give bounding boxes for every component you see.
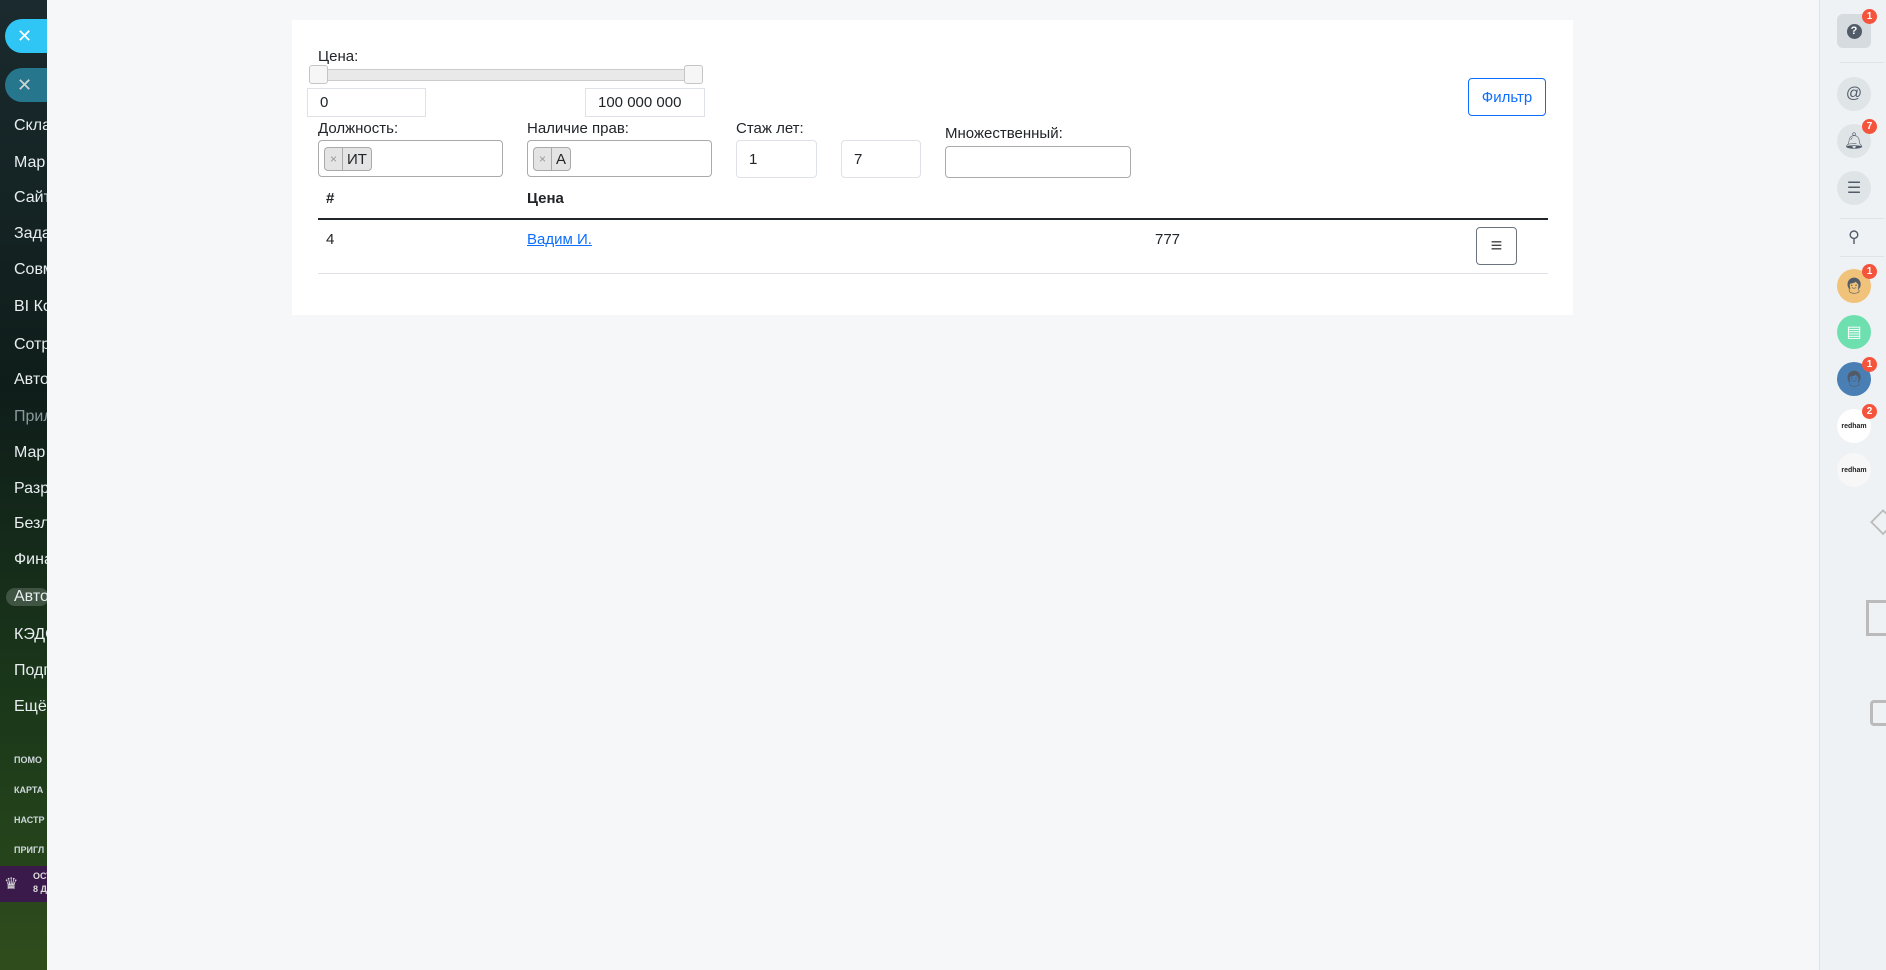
sidebar-item[interactable]: КЭДО	[14, 626, 47, 644]
bell-icon: 🔔︎	[1843, 133, 1865, 150]
price-range-slider[interactable]	[309, 65, 703, 84]
sidebar-item[interactable]: Сайт	[14, 189, 47, 207]
chats-button[interactable]: ☰	[1837, 171, 1871, 205]
sidebar-item[interactable]: Мар	[14, 444, 45, 462]
multiple-label: Множественный:	[945, 125, 1063, 142]
row-divider	[318, 273, 1548, 274]
position-tag: × ИТ	[324, 147, 372, 171]
sidebar-item[interactable]: Скла	[14, 117, 47, 135]
copilot-icon: @	[1845, 85, 1863, 102]
column-header-price[interactable]: Цена	[527, 190, 564, 207]
help-button[interactable]: ? 1	[1837, 9, 1877, 48]
license-select[interactable]: × А	[527, 140, 712, 177]
chat-badge: 2	[1862, 404, 1877, 419]
license-tag: × А	[533, 147, 572, 171]
remove-tag-icon[interactable]: ×	[325, 148, 344, 170]
help-icon: ?	[1846, 23, 1862, 39]
sidebar-item[interactable]: Мар	[14, 154, 45, 172]
avatar-icon: 👩︎	[1843, 278, 1865, 295]
row-menu-button[interactable]: ≡	[1476, 227, 1517, 265]
chat-list-icon: ☰	[1846, 180, 1862, 197]
hamburger-icon: ≡	[1490, 234, 1503, 257]
close-button-secondary[interactable]: ✕	[5, 68, 47, 102]
sidebar-footer-link[interactable]: КАРТА	[14, 785, 43, 795]
windows-icon	[1866, 600, 1886, 636]
sidebar-item[interactable]: Безл	[14, 515, 47, 533]
sidebar-item[interactable]: Ещё	[14, 698, 47, 716]
chat-avatar-3[interactable]: 👩︎ 1	[1837, 357, 1877, 396]
search-button[interactable]: ⚲	[1837, 220, 1871, 254]
sidebar-footer-link[interactable]: НАСТР	[14, 815, 45, 825]
position-label: Должность:	[318, 120, 399, 137]
filter-button[interactable]: Фильтр	[1468, 78, 1546, 116]
notifications-button[interactable]: 🔔︎ 7	[1837, 119, 1877, 158]
right-panel: ? 1 @ 🔔︎ 7 ☰ ⚲ 👩︎ 1 ▤ 👩︎ 1 redham 2 redham ◇	[1819, 0, 1886, 970]
promo-text: 8 Д	[33, 884, 47, 894]
chat-badge: 1	[1862, 357, 1877, 372]
sidebar-item[interactable]: Подп	[14, 662, 47, 680]
chat-badge: 1	[1862, 264, 1877, 279]
sidebar-item[interactable]: Авто	[14, 371, 47, 389]
crown-icon: ♛	[4, 876, 19, 893]
column-header-number: #	[326, 190, 335, 207]
sidebar-item[interactable]: Зада	[14, 225, 47, 243]
promo-banner[interactable]: ♛ ОСТ 8 Д	[0, 866, 47, 902]
copilot-button[interactable]: @	[1837, 77, 1871, 111]
row-name-link[interactable]: Вадим И.	[527, 231, 592, 248]
sidebar-item[interactable]: Прил	[14, 408, 47, 426]
sidebar-footer-link[interactable]: ПРИГЛ	[14, 845, 44, 855]
sidebar-item[interactable]: Разр	[14, 480, 47, 498]
news-icon: ▤	[1846, 324, 1862, 341]
chat-avatar-5[interactable]: redham	[1837, 453, 1871, 487]
experience-max-input[interactable]: 7	[841, 140, 921, 178]
help-badge: 1	[1862, 9, 1877, 24]
tag-value: ИТ	[347, 150, 367, 168]
notifications-badge: 7	[1862, 119, 1877, 134]
experience-min-input[interactable]: 1	[736, 140, 817, 178]
avatar-icon: 👩︎	[1843, 371, 1865, 388]
remove-tag-icon[interactable]: ×	[534, 148, 553, 170]
redham-logo: redham	[1841, 466, 1867, 474]
price-min-input[interactable]: 0	[307, 88, 426, 117]
sidebar-item[interactable]: Авто	[6, 588, 47, 606]
sidebar-item[interactable]: BI Ко	[14, 298, 47, 316]
promo-text: ОСТ	[33, 871, 47, 881]
price-label: Цена:	[318, 48, 359, 65]
redham-logo: redham	[1841, 422, 1867, 430]
multiple-select[interactable]	[945, 146, 1131, 178]
row-value: 777	[1155, 231, 1181, 248]
price-max-handle[interactable]	[684, 65, 703, 84]
experience-label: Стаж лет:	[736, 120, 804, 137]
position-select[interactable]: × ИТ	[318, 140, 503, 177]
price-min-handle[interactable]	[309, 65, 328, 84]
sidebar-item[interactable]: Фина	[14, 551, 47, 569]
partial-icon: ◇	[1870, 501, 1886, 539]
partial-icon	[1870, 700, 1886, 726]
sidebar-footer-link[interactable]: ПОМО	[14, 755, 42, 765]
tag-value: А	[556, 150, 567, 168]
sidebar-item[interactable]: Совм	[14, 261, 47, 279]
search-icon: ⚲	[1848, 229, 1860, 246]
close-button[interactable]: ✕	[5, 19, 47, 53]
price-max-input[interactable]: 100 000 000	[585, 88, 705, 117]
license-label: Наличие прав:	[527, 120, 629, 137]
table-header-divider	[318, 218, 1548, 220]
row-id: 4	[326, 231, 335, 248]
chat-avatar-2[interactable]: ▤	[1837, 315, 1871, 349]
sidebar-item[interactable]: Сотр	[14, 336, 47, 354]
left-sidebar: ✕ ✕ Скла Мар Сайт Зада Совм BI Ко Сотр Авто Прил…	[0, 0, 47, 970]
chat-avatar-1[interactable]: 👩︎ 1	[1837, 264, 1877, 303]
chat-avatar-4[interactable]: redham 2	[1837, 404, 1877, 443]
